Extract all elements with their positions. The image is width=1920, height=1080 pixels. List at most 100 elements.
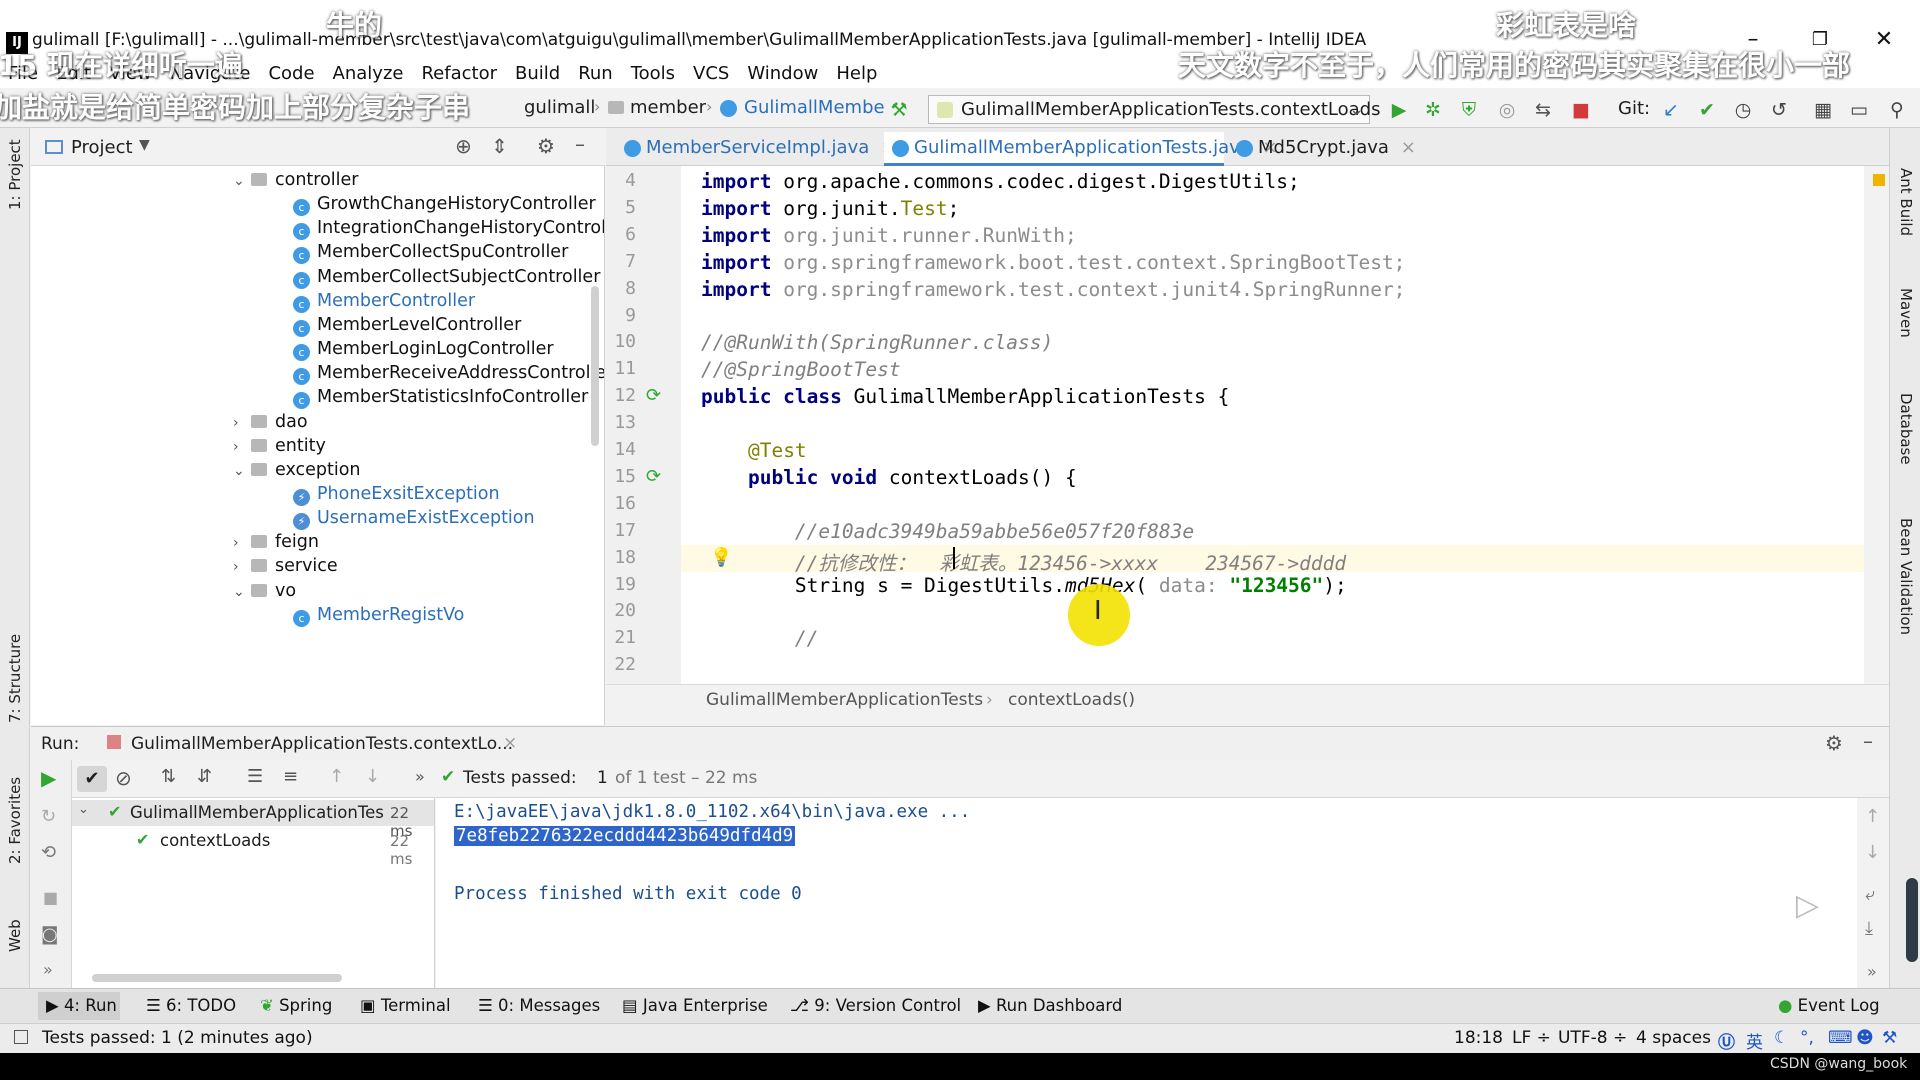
locate-file-icon[interactable]: ⊕ <box>455 134 472 158</box>
tab-memberserviceimpl[interactable]: MemberServiceImpl.java × <box>616 132 896 166</box>
chevron-down-icon[interactable]: ⌄ <box>233 167 251 195</box>
code-line[interactable]: //抗修改性： 彩虹表。123456->xxxx 234567->dddd <box>701 547 1346 576</box>
previous-failed-icon[interactable]: ↑ <box>329 766 344 787</box>
close-tab-icon[interactable]: × <box>1401 137 1416 158</box>
bean-validation-tool-button[interactable]: Bean Validation <box>1897 518 1915 635</box>
project-view-select[interactable]: Project <box>71 137 133 158</box>
presentation-icon[interactable]: ▭ <box>1846 98 1872 122</box>
code-editor[interactable]: import org.apache.commons.codec.digest.D… <box>681 166 1864 684</box>
more-actions-icon[interactable]: » <box>43 960 53 979</box>
close-tab-icon[interactable]: × <box>503 733 517 753</box>
code-line[interactable]: //@RunWith(SpringRunner.class) <box>701 331 1053 354</box>
soft-wrap-icon[interactable]: ⤶ <box>1865 884 1875 905</box>
menu-refactor[interactable]: Refactor <box>421 63 497 84</box>
rerun-icon[interactable]: ▶ <box>41 766 56 790</box>
show-ignored-icon[interactable]: ⊘ <box>115 766 132 790</box>
code-line[interactable]: public class GulimallMemberApplicationTe… <box>701 385 1229 408</box>
lightbulb-icon[interactable]: 💡 <box>710 547 732 568</box>
close-button[interactable]: ✕ <box>1864 26 1904 54</box>
run-test-method-icon[interactable]: ⟳ <box>646 466 661 487</box>
project-tool-button[interactable]: 1: Project <box>6 139 24 210</box>
build-hammer-icon[interactable]: ⚒ <box>886 98 912 122</box>
chevron-down-icon[interactable]: ⌄ <box>233 578 251 606</box>
menu-run[interactable]: Run <box>578 63 613 84</box>
breadcrumb-gulimall[interactable]: gulimall <box>524 97 595 118</box>
tree-folder[interactable]: ⌄ vo <box>233 577 296 605</box>
menu-analyze[interactable]: Analyze <box>333 63 404 84</box>
keyboard-icon[interactable]: ⌨ <box>1828 1028 1853 1048</box>
ant-build-tool-button[interactable]: Ant Build <box>1897 168 1915 236</box>
indent-setting[interactable]: 4 spaces <box>1636 1028 1711 1048</box>
run-configuration-select[interactable]: GulimallMemberApplicationTests.contextLo… <box>928 95 1380 124</box>
run-tool-button[interactable]: ▶ 4: Run <box>46 996 117 1015</box>
video-volume-slider[interactable] <box>1906 878 1918 962</box>
run-test-class-icon[interactable]: ⟳ <box>646 385 661 406</box>
test-root-row[interactable]: ⌄ ✔ GulimallMemberApplicationTes 22 ms <box>72 800 434 840</box>
menu-build[interactable]: Build <box>515 63 560 84</box>
expand-all-icon[interactable]: ☰ <box>247 766 263 787</box>
line-separator[interactable]: LF ÷ <box>1512 1028 1551 1048</box>
run-icon[interactable]: ▶ <box>1386 98 1412 122</box>
ime-logo-icon[interactable]: Ⓤ <box>1718 1028 1735 1053</box>
sort-duration-icon[interactable]: ⇵ <box>197 766 212 787</box>
toggle-tool-windows-icon[interactable] <box>14 1030 28 1044</box>
run-dashboard-tool-button[interactable]: ▶ Run Dashboard <box>978 996 1122 1015</box>
menu-vcs[interactable]: VCS <box>693 63 729 84</box>
status-message[interactable]: Tests passed: 1 (2 minutes ago) <box>42 1028 313 1048</box>
rollback-icon[interactable]: ↺ <box>1766 98 1792 122</box>
vertical-scrollbar[interactable] <box>591 286 599 446</box>
gear-icon[interactable]: ⚙ <box>537 134 555 158</box>
event-log-tool-button[interactable]: ● Event Log <box>1778 996 1880 1015</box>
run-tab-label[interactable]: GulimallMemberApplicationTests.contextLo… <box>131 734 513 754</box>
console-output[interactable]: E:\javaEE\java\jdk1.8.0_1102.x64\bin\jav… <box>436 798 1857 988</box>
caret-position[interactable]: 18:18 <box>1454 1028 1503 1048</box>
maven-tool-button[interactable]: Maven <box>1897 288 1915 338</box>
camera-icon[interactable]: ◙ <box>41 924 58 945</box>
code-line[interactable]: import org.springframework.boot.test.con… <box>701 251 1405 274</box>
chevron-down-icon[interactable]: ⌄ <box>78 802 89 817</box>
breadcrumb-member[interactable]: member <box>630 97 706 118</box>
messages-tool-button[interactable]: ☰ 0: Messages <box>478 996 600 1015</box>
ime-language[interactable]: 英 <box>1746 1028 1763 1053</box>
java-enterprise-tool-button[interactable]: ▤ Java Enterprise <box>622 996 768 1015</box>
toggle-auto-test-icon[interactable]: ⟲ <box>41 842 56 863</box>
code-line[interactable]: String s = DigestUtils.md5Hex( data: "12… <box>701 574 1347 597</box>
structure-tool-button[interactable]: 7: Structure <box>6 634 24 723</box>
debug-icon[interactable]: ✲ <box>1420 98 1446 122</box>
history-icon[interactable]: ◷ <box>1730 98 1756 122</box>
horizontal-scrollbar[interactable] <box>92 974 342 982</box>
code-line[interactable]: //e10adc3949ba59abbe56e057f20f883e <box>701 520 1194 543</box>
git-commit-icon[interactable]: ✔ <box>1694 98 1720 122</box>
show-passed-icon[interactable]: ✔ <box>77 766 107 792</box>
collapse-all-icon[interactable]: ⇕ <box>491 134 508 158</box>
moon-icon[interactable]: ☾ <box>1774 1028 1789 1048</box>
code-line[interactable]: //@SpringBootTest <box>701 358 901 381</box>
hide-panel-icon[interactable]: – <box>1863 729 1873 753</box>
project-structure-icon[interactable]: ▦ <box>1810 98 1836 122</box>
spring-tool-button[interactable]: ❦ Spring <box>260 996 332 1015</box>
git-update-icon[interactable]: ↙ <box>1658 98 1684 122</box>
video-play-button[interactable]: ▷ <box>1770 872 1846 936</box>
file-encoding[interactable]: UTF-8 ÷ <box>1558 1028 1627 1048</box>
chevron-down-icon[interactable]: ⌄ <box>233 457 251 485</box>
version-control-tool-button[interactable]: ⎇ 9: Version Control <box>790 996 961 1015</box>
scroll-down-icon[interactable]: ↓ <box>1865 842 1880 863</box>
breadcrumb-method[interactable]: contextLoads() <box>1008 690 1135 710</box>
menu-help[interactable]: Help <box>836 63 877 84</box>
hide-panel-icon[interactable]: – <box>575 132 585 156</box>
code-line[interactable]: import org.junit.Test; <box>701 197 959 220</box>
scroll-to-end-icon[interactable]: ⤓ <box>1865 918 1873 939</box>
next-failed-icon[interactable]: ↓ <box>365 766 380 787</box>
profile-icon[interactable]: ◎ <box>1494 98 1520 122</box>
code-line[interactable]: import org.apache.commons.codec.digest.D… <box>701 170 1300 193</box>
todo-tool-button[interactable]: ☰ 6: TODO <box>146 996 236 1015</box>
tab-gulimallmemberapplicationtests[interactable]: GulimallMemberApplicationTests.java × <box>884 132 1278 166</box>
user-icon[interactable]: ☻ <box>1856 1028 1874 1048</box>
punctuation-icon[interactable]: °, <box>1800 1028 1814 1048</box>
favorites-tool-button[interactable]: 2: Favorites <box>6 777 24 864</box>
attach-debugger-icon[interactable]: ⇆ <box>1530 98 1556 122</box>
database-tool-button[interactable]: Database <box>1897 393 1915 465</box>
stop-icon[interactable]: ■ <box>43 888 58 907</box>
rerun-failed-icon[interactable]: ↻ <box>41 806 56 827</box>
more-actions-icon[interactable]: » <box>415 767 425 786</box>
